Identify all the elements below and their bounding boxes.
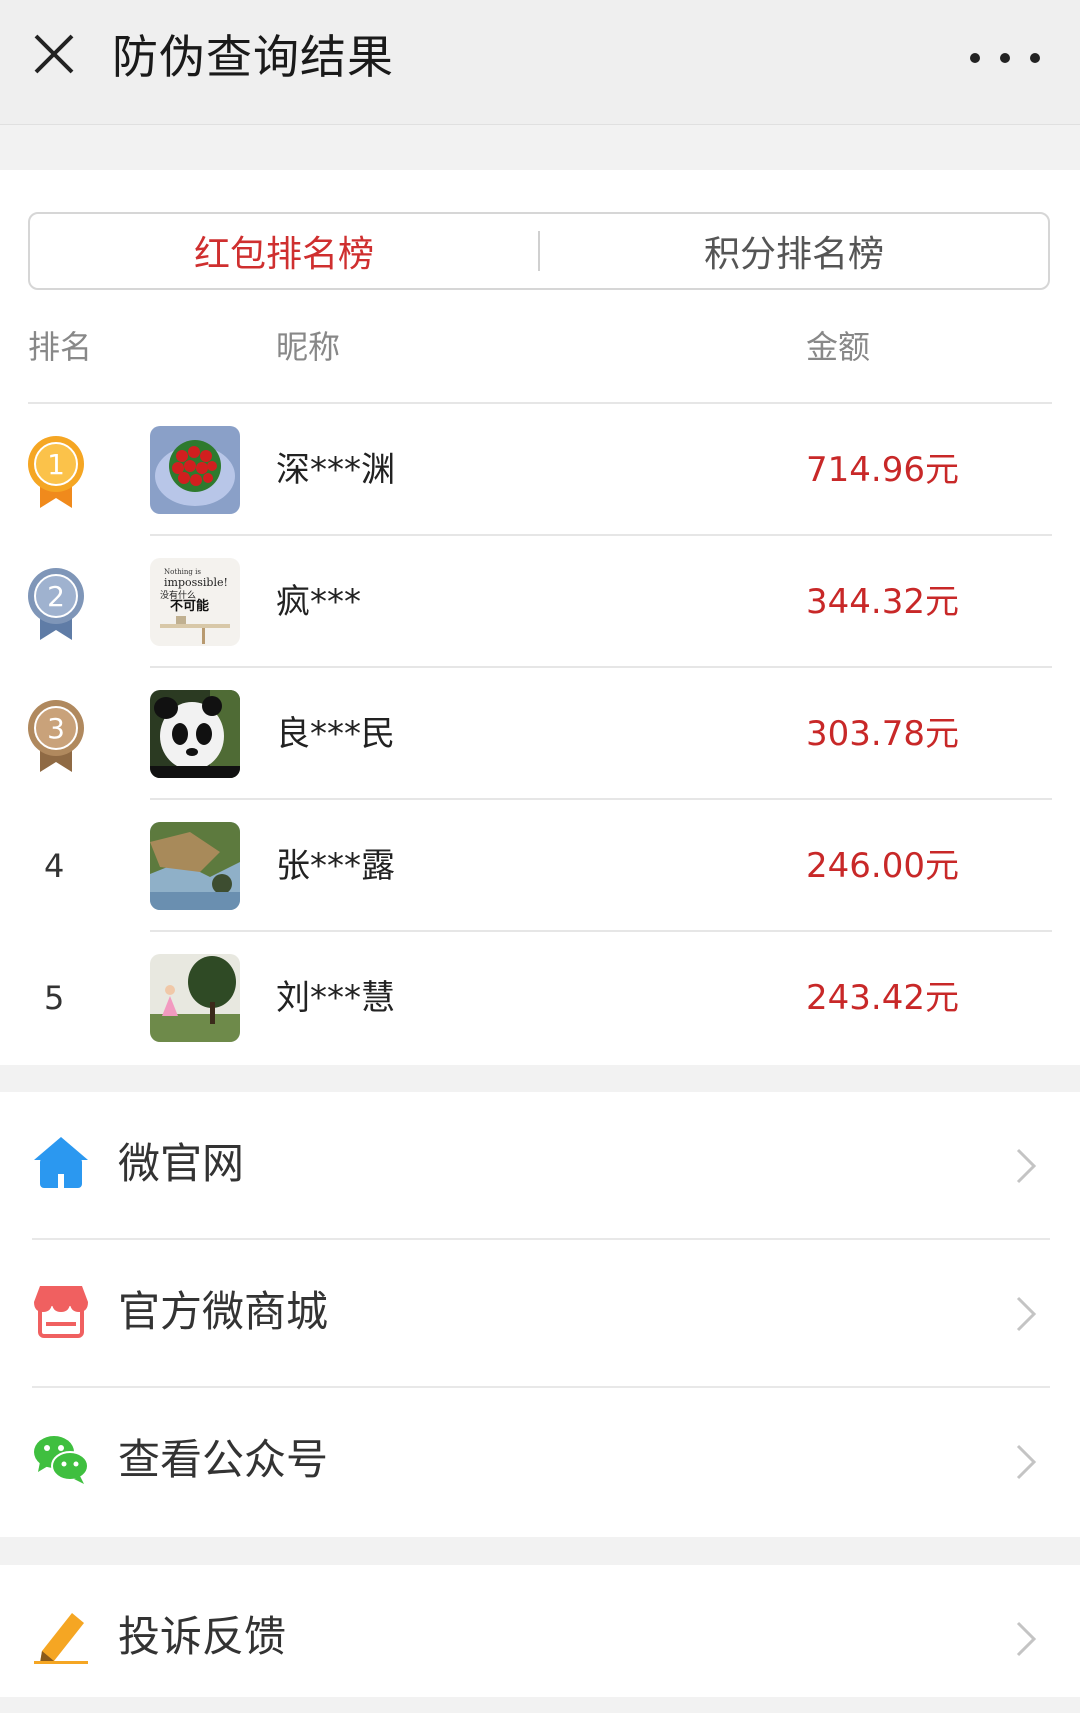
shop-icon bbox=[34, 1286, 88, 1338]
table-header: 排名 昵称 金额 bbox=[0, 318, 1080, 376]
avatar bbox=[150, 426, 240, 514]
svg-text:不可能: 不可能 bbox=[170, 598, 209, 614]
menu-item-view-official-account[interactable]: 查看公众号 bbox=[0, 1388, 1080, 1536]
avatar bbox=[150, 822, 240, 910]
menu-item-micro-site[interactable]: 微官网 bbox=[0, 1092, 1080, 1240]
nickname: 刘***慧 bbox=[276, 978, 395, 1018]
chevron-right-icon bbox=[1016, 1296, 1037, 1332]
chevron-right-icon bbox=[1016, 1621, 1037, 1657]
menu-label: 查看公众号 bbox=[118, 1435, 329, 1484]
column-rank: 排名 bbox=[28, 328, 93, 366]
avatar bbox=[150, 954, 240, 1042]
home-icon bbox=[34, 1137, 88, 1188]
amount: 303.78元 bbox=[806, 714, 959, 754]
page-title: 防伪查询结果 bbox=[112, 30, 394, 84]
table-row: 3 良***民 303.78元 bbox=[0, 668, 1080, 800]
table-row: 4 张***露 246.00元 bbox=[0, 800, 1080, 932]
amount: 246.00元 bbox=[806, 846, 959, 886]
pencil-icon bbox=[34, 1613, 88, 1664]
ranking-card: 红包排名榜 积分排名榜 排名 昵称 金额 1 深***渊 714.96元 2 N… bbox=[0, 170, 1080, 1065]
tab-red-packet-ranking[interactable]: 红包排名榜 bbox=[30, 214, 538, 288]
silver-medal-icon: 2 bbox=[28, 568, 84, 640]
nickname: 深***渊 bbox=[276, 450, 395, 490]
rank-number: 4 bbox=[44, 847, 65, 885]
svg-text:impossible!: impossible! bbox=[164, 576, 228, 589]
menu-group: 投诉反馈 bbox=[0, 1565, 1080, 1697]
table-row: 5 刘***慧 243.42元 bbox=[0, 932, 1080, 1064]
bronze-medal-icon: 3 bbox=[28, 700, 84, 772]
amount: 243.42元 bbox=[806, 978, 959, 1018]
more-button[interactable] bbox=[970, 40, 1040, 76]
menu-group: 微官网 官方微商城 查看公众号 bbox=[0, 1092, 1080, 1537]
rank-number: 5 bbox=[44, 979, 65, 1017]
table-row: 2 Nothing is impossible! 没有什么 不可能 疯*** 3… bbox=[0, 536, 1080, 668]
svg-text:3: 3 bbox=[47, 712, 65, 745]
close-button[interactable] bbox=[30, 30, 78, 78]
menu-label: 投诉反馈 bbox=[118, 1612, 287, 1661]
amount: 714.96元 bbox=[806, 450, 959, 490]
table-row: 1 深***渊 714.96元 bbox=[0, 404, 1080, 536]
menu-item-official-shop[interactable]: 官方微商城 bbox=[0, 1240, 1080, 1388]
menu-label: 官方微商城 bbox=[118, 1287, 329, 1336]
nickname: 张***露 bbox=[276, 846, 395, 886]
chevron-right-icon bbox=[1016, 1444, 1037, 1480]
avatar bbox=[150, 690, 240, 778]
chevron-right-icon bbox=[1016, 1148, 1037, 1184]
close-icon bbox=[34, 34, 74, 74]
wechat-icon bbox=[34, 1436, 89, 1484]
svg-text:Nothing is: Nothing is bbox=[164, 568, 201, 576]
ranking-tabs: 红包排名榜 积分排名榜 bbox=[28, 212, 1050, 290]
menu-label: 微官网 bbox=[118, 1139, 245, 1188]
nickname: 良***民 bbox=[276, 714, 395, 754]
more-horizontal-icon bbox=[970, 53, 980, 63]
menu-item-complaint-feedback[interactable]: 投诉反馈 bbox=[0, 1565, 1080, 1713]
nickname: 疯*** bbox=[276, 582, 361, 622]
column-nickname: 昵称 bbox=[276, 328, 341, 366]
gold-medal-icon: 1 bbox=[28, 436, 84, 508]
svg-text:2: 2 bbox=[47, 580, 65, 613]
column-amount: 金额 bbox=[806, 328, 871, 366]
svg-text:1: 1 bbox=[47, 448, 65, 481]
tab-points-ranking[interactable]: 积分排名榜 bbox=[540, 214, 1048, 288]
amount: 344.32元 bbox=[806, 582, 959, 622]
avatar: Nothing is impossible! 没有什么 不可能 bbox=[150, 558, 240, 646]
title-bar: 防伪查询结果 bbox=[0, 0, 1080, 125]
